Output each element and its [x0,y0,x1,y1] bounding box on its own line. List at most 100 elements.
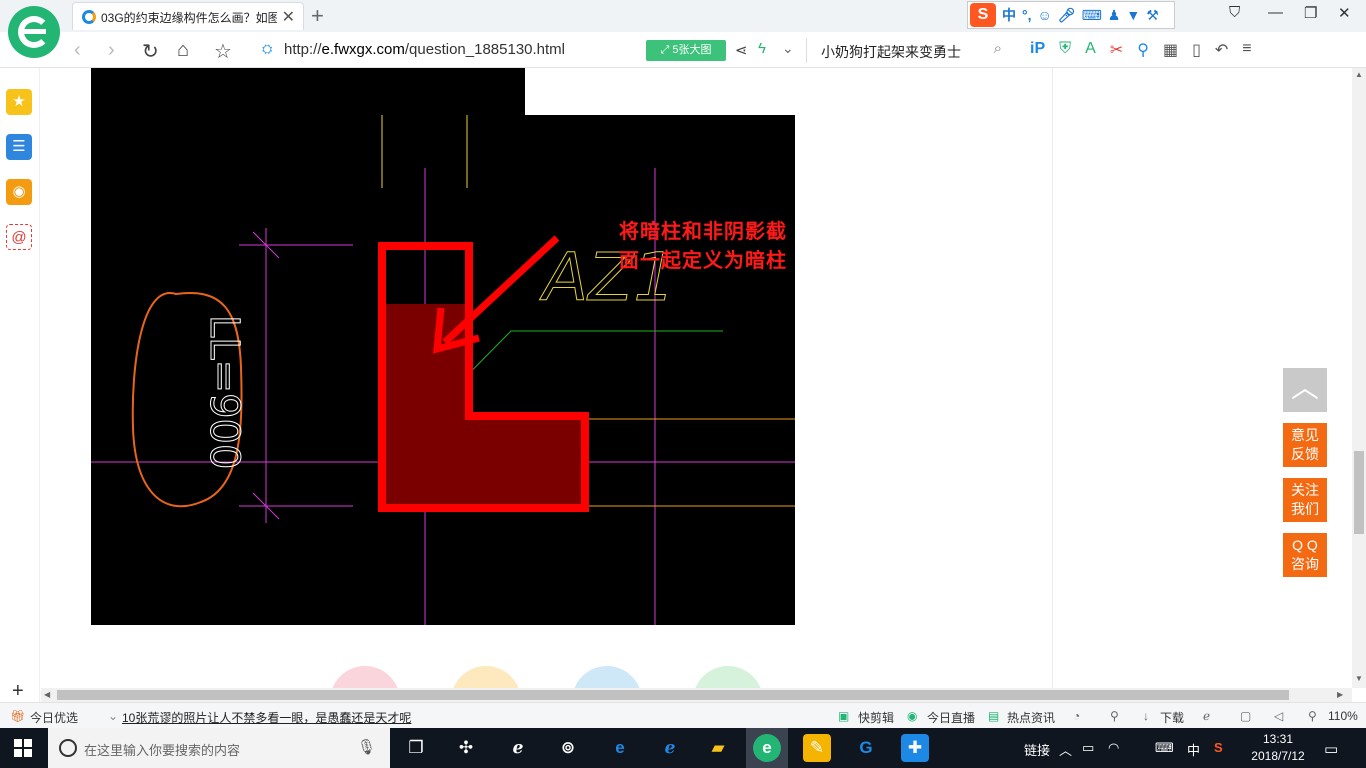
weibo-icon[interactable]: ◉ [6,179,32,205]
translate-icon[interactable]: A [1085,40,1096,60]
download-link[interactable]: 下载 [1160,709,1184,726]
chevron-down-icon[interactable]: ⌄ [782,40,794,57]
vertical-scroll-thumb[interactable] [1354,451,1364,534]
follow-us-button[interactable]: 关注 我们 [1283,478,1327,522]
share-icon[interactable]: ⋖ [735,41,748,59]
tray-expand-icon[interactable]: ︿ [1059,740,1072,759]
taskbar-search[interactable]: 在这里输入你要搜索的内容 🎙︎ [48,728,390,768]
bookmark-star-icon[interactable]: ☆ [214,39,232,64]
chevron-down-icon[interactable]: ⌄ [108,709,118,723]
scroll-down-icon[interactable]: ▼ [1355,674,1363,683]
window-icon[interactable]: ▢ [1240,709,1251,723]
ie-mode-icon[interactable]: ℯ [1203,709,1210,723]
fan-app-icon[interactable]: ✣ [452,734,480,762]
browser-tab[interactable]: 03G的约束边缘构件怎么画？如图 ✕ [72,2,304,30]
notes-app-icon[interactable]: ✎ [803,734,831,762]
today-picks-link[interactable]: 今日优选 [30,709,78,726]
undo-icon[interactable]: ↶ [1215,40,1228,60]
reading-list-icon[interactable]: ☰ [6,134,32,160]
wrench-icon[interactable]: ⚒ [1146,7,1159,24]
share-circle-2[interactable] [451,666,521,688]
shield-icon[interactable]: ⛨ [1059,40,1071,60]
g-app-icon[interactable]: ⊚ [554,734,582,762]
close-tab-icon[interactable]: ✕ [282,7,295,27]
url-domain: e.fwxgx.com [321,41,405,58]
mute-icon[interactable]: ◁ [1274,709,1283,723]
links-toolbar[interactable]: 链接 [1024,740,1050,759]
horizontal-scroll-thumb[interactable] [57,690,1289,700]
forward-icon[interactable]: › [108,39,115,62]
qq-consult-button[interactable]: Q Q 咨询 [1283,533,1327,577]
site-favicon-icon [82,10,96,24]
reload-icon[interactable]: ↻ [142,39,159,64]
ime-indicator[interactable]: 中 [1187,740,1200,759]
url-path: /question_1885130.html [404,41,566,58]
sogou-tray-icon[interactable]: S [1214,740,1223,755]
kuaijianji-link[interactable]: 快剪辑 [858,709,894,726]
scissors-icon[interactable]: ✂ [1110,40,1123,60]
back-icon[interactable]: ‹ [74,39,81,62]
image-view-badge[interactable]: ⤢ 5张大图 [646,40,726,61]
live-link[interactable]: 今日直播 [927,709,975,726]
ie-browser-icon[interactable]: ℯ [504,734,532,762]
speed-icon[interactable]: ◔ [1073,709,1080,723]
home-icon[interactable]: ⌂ [177,39,189,62]
lightning-icon[interactable]: ϟ [758,40,766,57]
scroll-right-icon[interactable]: ▶ [1337,690,1343,699]
plus-app-icon[interactable]: ✚ [901,734,929,762]
scroll-left-icon[interactable]: ◀ [44,690,50,699]
browser-logo-icon[interactable] [8,6,60,58]
keyboard-icon[interactable]: ⌨ [1082,7,1102,24]
search-icon[interactable]: ⌕ [994,40,1002,57]
glodon-app-icon[interactable]: G [852,734,880,762]
feedback-button[interactable]: 意见 反馈 [1283,423,1327,467]
restore-button[interactable]: ❐ [1304,4,1317,22]
ip-icon[interactable]: iP [1030,40,1045,60]
emoji-icon[interactable]: ☺ [1038,7,1052,23]
share-circle-4[interactable] [693,666,763,688]
horizontal-scrollbar[interactable]: ◀ ▶ [41,688,1352,702]
zoom-level[interactable]: 110% [1328,709,1358,723]
minimize-button[interactable]: — [1268,4,1283,21]
microphone-icon[interactable]: 🎙︎ [357,738,376,756]
search-box[interactable]: 小奶狗打起架来变勇士 ⌕ [806,38,1010,63]
notification-icon[interactable]: ▭ [1324,740,1338,758]
sogou-ime-icon[interactable]: S [970,3,996,27]
task-view-icon[interactable]: ❐ [402,734,430,762]
shirt-icon[interactable]: ⛉ [1229,4,1240,21]
battery-icon[interactable]: ▭ [1082,740,1094,756]
magnifier-icon[interactable]: ⚲ [1137,40,1149,60]
file-explorer-icon[interactable]: ▰ [704,734,732,762]
edge-icon[interactable]: e [606,734,634,762]
cad-drawing-image[interactable]: LL=900 AZ1 将暗柱和非阴影截面一起定义为暗柱 [91,68,795,625]
touch-keyboard-icon[interactable]: ⌨ [1155,740,1174,756]
360-browser-icon[interactable]: e [753,734,781,762]
wifi-icon[interactable]: ◠ [1108,740,1119,756]
close-window-button[interactable]: ✕ [1338,4,1351,22]
internet-explorer-icon[interactable]: ℯ [656,734,684,762]
tablet-icon[interactable]: ▯ [1192,40,1201,60]
punctuation-icon[interactable]: °, [1022,7,1032,23]
mic-icon[interactable]: 🎤︎ [1058,7,1076,24]
clock[interactable]: 13:31 2018/7/12 [1246,731,1310,765]
ime-lang-toggle[interactable]: 中 [1002,5,1016,25]
new-tab-button[interactable]: + [311,3,324,29]
share-circle-1[interactable] [330,666,400,688]
share-circle-3[interactable] [572,666,642,688]
add-sidebar-item-icon[interactable]: + [12,680,24,703]
news-headline-link[interactable]: 10张荒谬的照片让人不禁多看一眼，是愚蠢还是天才呢 [122,709,411,726]
user-icon[interactable]: ♟ [1108,7,1121,24]
url-field[interactable]: http://e.fwxgx.com/question_1885130.html [284,41,565,58]
favorites-star-icon[interactable]: ★ [6,89,32,115]
scroll-up-icon[interactable]: ▲ [1355,70,1363,79]
back-to-top-button[interactable]: ︿ [1283,368,1327,412]
no-pin-icon[interactable]: ⚲ [1110,709,1119,723]
hot-news-link[interactable]: 热点资讯 [1007,709,1055,726]
start-button[interactable] [14,739,32,757]
search-input[interactable]: 小奶狗打起架来变勇士 [821,42,961,62]
vertical-scrollbar[interactable]: ▲ ▼ [1352,68,1366,688]
skin-icon[interactable]: ▼ [1126,7,1140,23]
menu-icon[interactable]: ≡ [1242,40,1251,60]
apps-grid-icon[interactable]: ▦ [1163,40,1178,60]
mail-at-icon[interactable]: @ [6,224,32,250]
